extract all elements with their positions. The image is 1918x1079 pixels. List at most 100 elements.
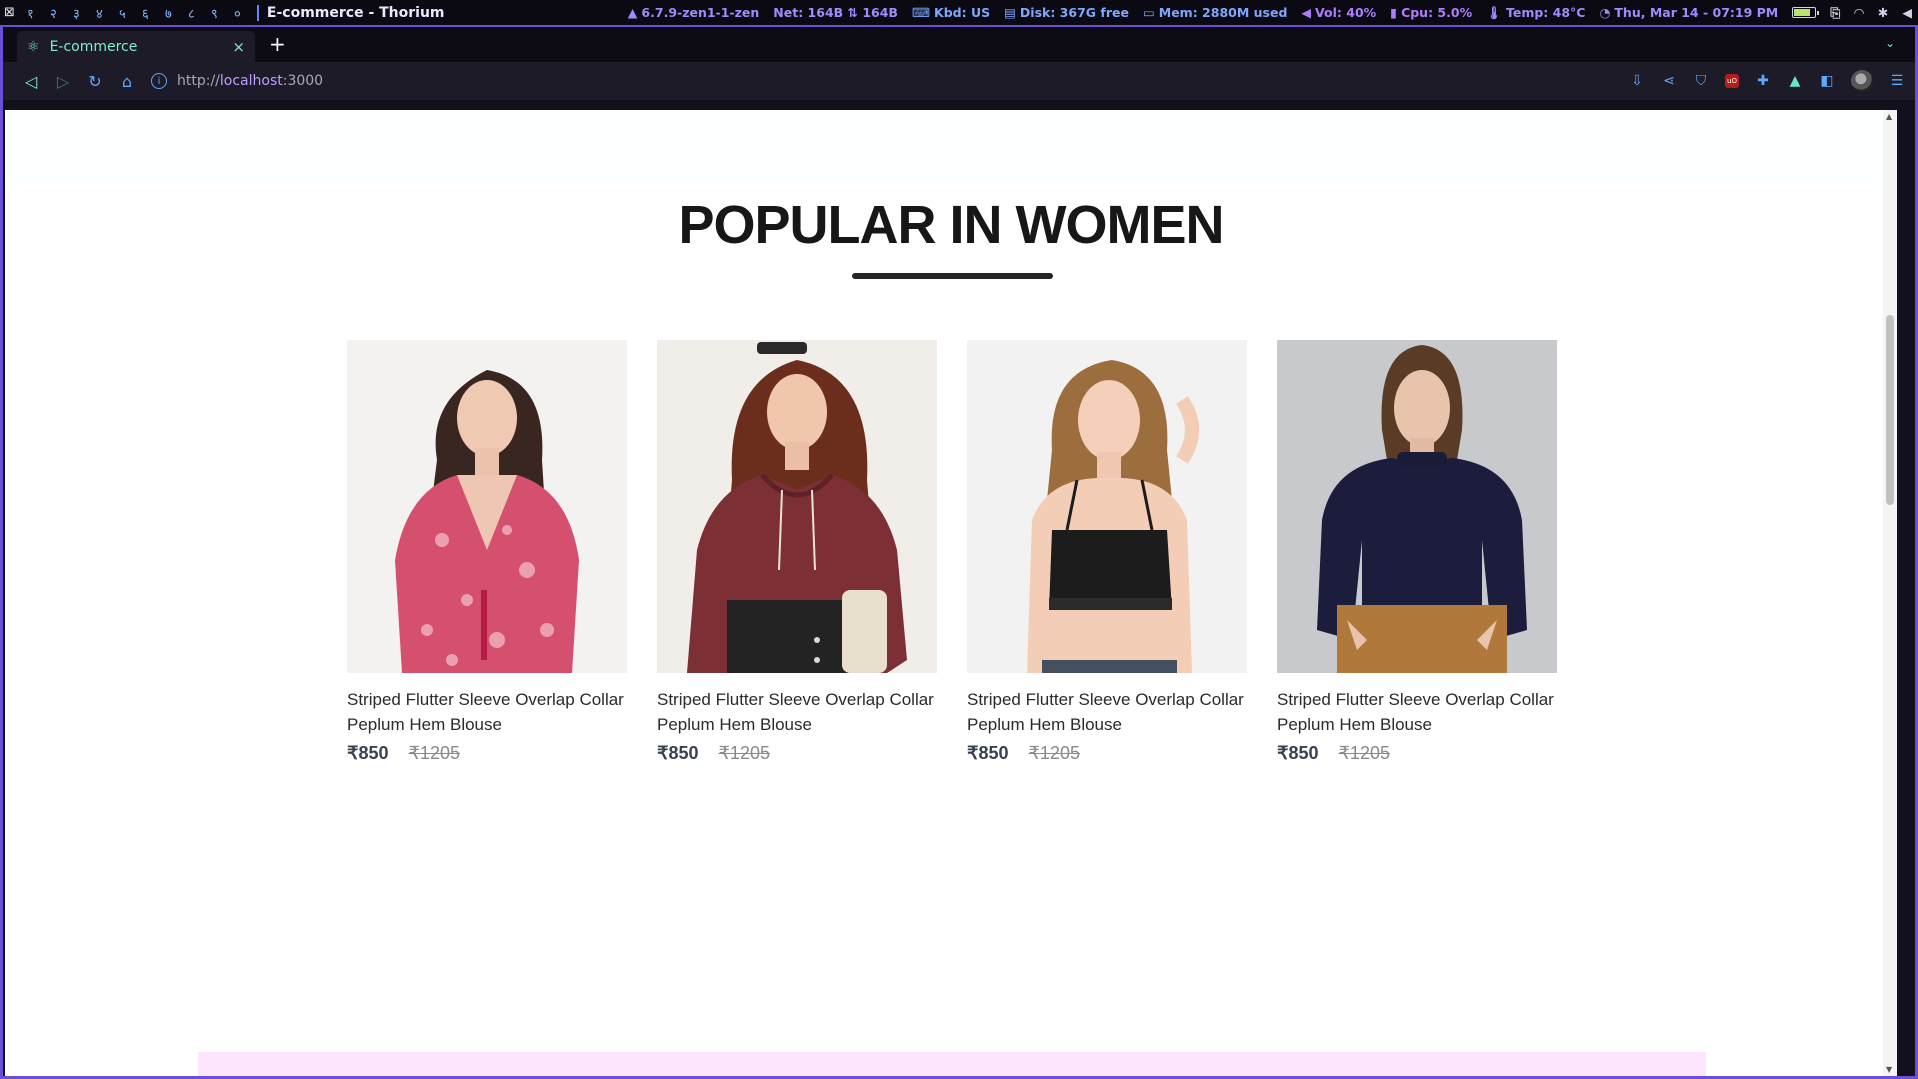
tab-ecommerce[interactable]: ⚛ E-commerce × <box>17 31 255 62</box>
workspace-6[interactable]: ६ <box>134 4 157 22</box>
disk-widget: ▤ Disk: 367G free <box>1004 5 1129 20</box>
wifi-icon[interactable]: ◠ <box>1854 5 1864 20</box>
layout-icon[interactable]: ⊠ <box>4 5 15 20</box>
active-window-title: E-commerce - Thorium <box>256 4 445 21</box>
product-name[interactable]: Striped Flutter Sleeve Overlap Collar Pe… <box>347 687 627 737</box>
model-black-crop-top-illustration <box>1027 360 1199 673</box>
bluetooth-icon[interactable]: ✱ <box>1878 5 1888 20</box>
vol-widget[interactable]: ◀ Vol: 40% <box>1301 5 1376 20</box>
tab-strip: ⚛ E-commerce × + ⌄ <box>3 27 1915 62</box>
price-new: ₹850 <box>347 743 389 763</box>
new-tab-button[interactable]: + <box>269 32 286 56</box>
product-prices: ₹850 ₹1205 <box>967 743 1247 764</box>
speaker-icon[interactable]: ◀ <box>1902 5 1912 20</box>
clock-widget: ◔ Thu, Mar 14 - 07:19 PM <box>1599 5 1778 20</box>
scroll-up-arrow-icon[interactable]: ▲ <box>1886 112 1892 121</box>
workspace-1[interactable]: १ <box>19 4 42 22</box>
page-scrollbar[interactable]: ▲ ▼ <box>1883 110 1897 1076</box>
product-image[interactable] <box>1277 340 1557 673</box>
workspace-9[interactable]: ९ <box>203 4 226 22</box>
workspace-list: १ २ ३ ४ ५ ६ ७ ८ ९ ० <box>15 4 249 22</box>
kernel-text: 6.7.9-zen1-1-zen <box>641 5 760 20</box>
back-button[interactable]: ◁ <box>15 72 47 91</box>
model-navy-sweater-illustration <box>1317 345 1527 673</box>
kbd-widget: ⌨ Kbd: US <box>912 5 990 20</box>
net-widget: Net: 164B ⇅ 164B <box>773 5 898 20</box>
menu-icon[interactable]: ☰ <box>1889 73 1905 89</box>
mem-widget: ▭ Mem: 2880M used <box>1143 5 1287 20</box>
product-image[interactable] <box>347 340 627 673</box>
react-favicon-icon: ⚛ <box>27 38 40 55</box>
model-pink-blouse-illustration <box>395 370 579 673</box>
home-button[interactable]: ⌂ <box>111 72 143 91</box>
url-port: :3000 <box>282 73 324 89</box>
net-text: Net: 164B ⇅ 164B <box>773 5 898 20</box>
tab-search-chevron-icon[interactable]: ⌄ <box>1885 36 1895 50</box>
flask-icon[interactable]: ▲ <box>1787 73 1803 89</box>
close-tab-icon[interactable]: × <box>232 38 245 56</box>
install-app-icon[interactable]: ⇩ <box>1629 73 1645 89</box>
keyboard-icon: ⌨ <box>911 5 931 20</box>
workspace-4[interactable]: ४ <box>88 4 111 22</box>
product-prices: ₹850 ₹1205 <box>657 743 937 764</box>
clock-text: Thu, Mar 14 - 07:19 PM <box>1614 5 1779 20</box>
price-old: ₹1205 <box>1028 743 1080 763</box>
cpu-text: Cpu: 5.0% <box>1401 5 1473 20</box>
price-new: ₹850 <box>657 743 699 763</box>
megaphone-icon: ◀ <box>1301 5 1312 20</box>
site-info-icon[interactable]: i <box>151 73 167 89</box>
wm-status-bar: ⊠ १ २ ३ ४ ५ ६ ७ ८ ९ ० E-commerce - Thori… <box>0 0 1918 25</box>
disk-icon: ▤ <box>1004 5 1016 20</box>
vol-text: Vol: 40% <box>1315 5 1377 20</box>
workspace-5[interactable]: ५ <box>111 4 134 22</box>
reload-button[interactable]: ↻ <box>79 72 111 91</box>
hero-section-bottom <box>5 110 1897 186</box>
price-new: ₹850 <box>967 743 1009 763</box>
ublock-extension-icon[interactable]: uO <box>1725 74 1739 88</box>
kbd-text: Kbd: US <box>934 5 991 20</box>
workspace-3[interactable]: ३ <box>65 4 88 22</box>
scroll-down-arrow-icon[interactable]: ▼ <box>1886 1065 1892 1074</box>
price-old: ₹1205 <box>408 743 460 763</box>
attachment-icon[interactable]: ⎘ <box>1830 5 1840 21</box>
product-name[interactable]: Striped Flutter Sleeve Overlap Collar Pe… <box>967 687 1247 737</box>
product-card[interactable]: Striped Flutter Sleeve Overlap Collar Pe… <box>967 340 1247 764</box>
workspace-10[interactable]: ० <box>226 4 249 22</box>
page-viewport: POPULAR IN WOMEN Striped Flutter Sleeve … <box>5 110 1897 1076</box>
profile-avatar[interactable] <box>1851 70 1873 92</box>
workspace-7[interactable]: ७ <box>157 4 180 22</box>
product-image[interactable] <box>657 340 937 673</box>
share-icon[interactable]: ⋖ <box>1661 73 1677 89</box>
price-old: ₹1205 <box>1338 743 1390 763</box>
product-card[interactable]: Striped Flutter Sleeve Overlap Collar Pe… <box>657 340 937 764</box>
mem-text: Mem: 2880M used <box>1158 5 1288 20</box>
workspace-2[interactable]: २ <box>42 4 65 22</box>
cpu-widget: ▮ Cpu: 5.0% <box>1390 5 1472 20</box>
product-card[interactable]: Striped Flutter Sleeve Overlap Collar Pe… <box>1277 340 1557 764</box>
product-name[interactable]: Striped Flutter Sleeve Overlap Collar Pe… <box>657 687 937 737</box>
product-name[interactable]: Striped Flutter Sleeve Overlap Collar Pe… <box>1277 687 1557 737</box>
product-image[interactable] <box>967 340 1247 673</box>
url-host: localhost <box>219 73 283 89</box>
price-new: ₹850 <box>1277 743 1319 763</box>
forward-button[interactable]: ▷ <box>47 72 79 91</box>
scrollbar-thumb[interactable] <box>1886 315 1894 505</box>
battery-icon <box>1792 7 1820 18</box>
browser-toolbar: ◁ ▷ ↻ ⌂ i http://localhost:3000 ⇩ ⋖ ⛉ uO… <box>3 62 1915 100</box>
extensions-puzzle-icon[interactable]: ✚ <box>1755 73 1771 89</box>
temp-text: Temp: 48°C <box>1505 5 1586 20</box>
arch-icon: ▲ <box>627 5 638 20</box>
product-grid: Striped Flutter Sleeve Overlap Collar Pe… <box>347 340 1557 764</box>
address-bar[interactable]: i http://localhost:3000 <box>151 67 1701 95</box>
clock-icon: ◔ <box>1599 5 1611 20</box>
status-widgets: ▲ 6.7.9-zen1-1-zen Net: 164B ⇅ 164B ⌨ Kbd:… <box>628 0 1912 25</box>
cpu-icon: ▮ <box>1390 5 1398 20</box>
bookmark-icon[interactable]: ⛉ <box>1693 73 1709 89</box>
workspace-8[interactable]: ८ <box>180 4 203 22</box>
side-panel-icon[interactable]: ◧ <box>1819 73 1835 89</box>
tab-label: E-commerce <box>49 38 138 55</box>
section-title: POPULAR IN WOMEN <box>678 195 1225 255</box>
product-card[interactable]: Striped Flutter Sleeve Overlap Collar Pe… <box>347 340 627 764</box>
price-old: ₹1205 <box>718 743 770 763</box>
kernel-widget: ▲ 6.7.9-zen1-1-zen <box>628 5 759 20</box>
